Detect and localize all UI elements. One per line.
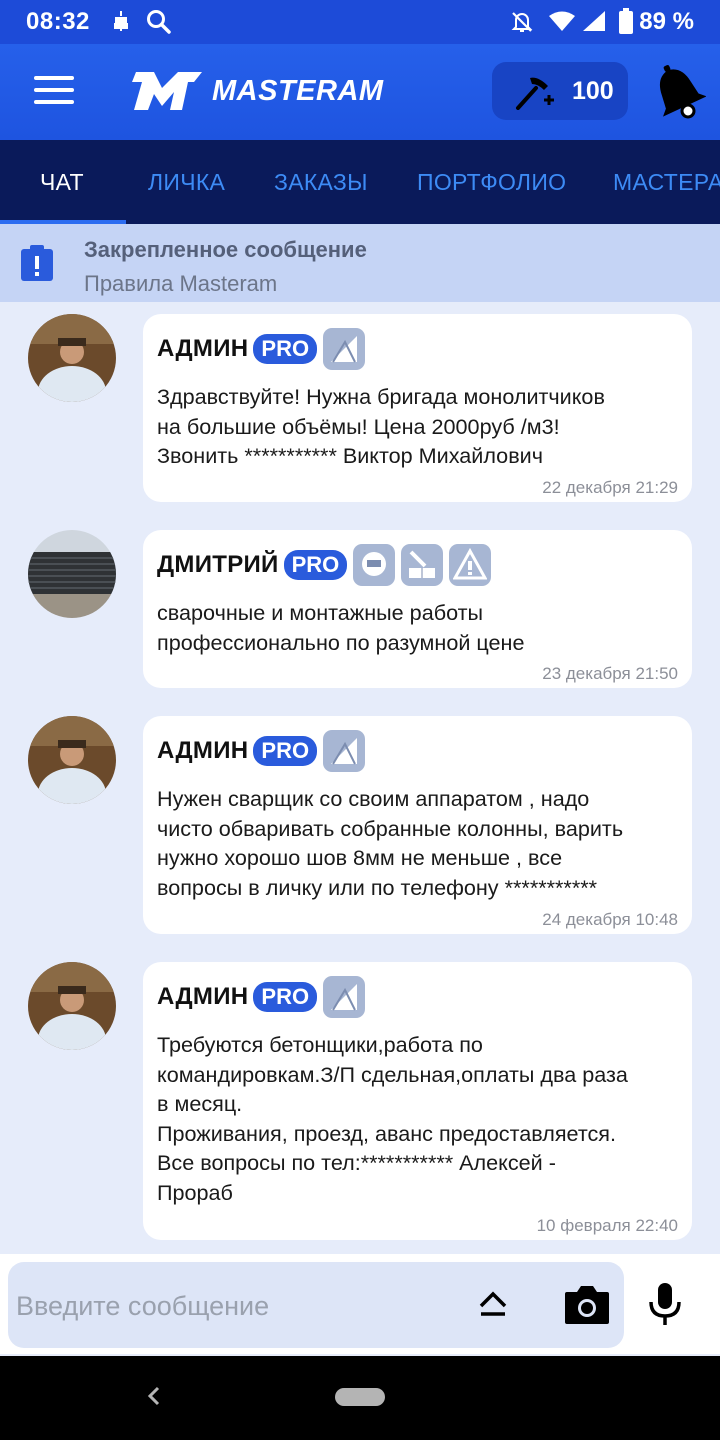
clipboard-alert-icon [20,244,54,287]
trowel-badge-icon [323,976,366,1018]
message-time: 22 декабря 21:29 [542,478,678,497]
message-text: Здравствуйте! Нужна бригада монолитчиков… [157,384,605,468]
tab-orders[interactable]: ЗАКАЗЫ [274,140,368,224]
trowel-badge-icon [323,730,366,772]
camera-button[interactable] [563,1284,611,1331]
chevron-up-icon [479,1291,507,1316]
hamburger-icon [34,76,74,80]
message-author: АДМИН [157,983,249,1010]
message-time: 23 декабря 21:50 [542,664,678,683]
notifications-button[interactable] [650,62,707,122]
message-input-container [8,1262,624,1350]
signal-icon [582,10,606,37]
message-author: АДМИН [157,737,249,764]
tab-masters[interactable]: МАСТЕРА [613,140,720,224]
wifi-icon [548,10,576,37]
message-time: 24 декабря 10:48 [542,910,678,929]
logo-text: MASTERAM [212,74,384,107]
message-text: Требуются бетонщики,работа по командиров… [157,1032,628,1205]
message-author: ДМИТРИЙ [157,551,279,578]
app-logo: MASTERAM [132,66,384,116]
hammer-plus-icon [516,77,554,110]
message-time: 10 февраля 22:40 [536,1216,678,1235]
warning-badge-icon [449,544,492,586]
microphone-icon [649,1283,681,1325]
message-input-bar [0,1254,720,1354]
pinned-message[interactable]: Закрепленное сообщение Правила Masteram [0,224,720,302]
message-text: сварочные и монтажные работы профессиона… [157,600,525,655]
battery-icon [618,8,634,39]
microphone-button[interactable] [648,1282,682,1331]
tab-portfolio[interactable]: ПОРТФОЛИО [417,140,566,224]
mute-icon [510,10,534,39]
status-bar: 08:32 89 % [0,0,720,44]
welder-badge-icon [353,544,396,586]
message-author: АДМИН [157,335,249,362]
trowel-badge-icon [323,328,366,370]
message-input[interactable] [14,1262,458,1350]
avatar[interactable] [28,530,116,618]
bricklaying-badge-icon [401,544,444,586]
pro-badge: PRO [283,550,348,580]
pro-badge: PRO [253,736,318,766]
tab-bar: ЧАТ ЛИЧКА ЗАКАЗЫ ПОРТФОЛИО МАСТЕРА [0,140,720,224]
back-icon[interactable] [146,1384,162,1413]
menu-button[interactable] [34,76,74,110]
search-icon [146,9,172,40]
pro-badge: PRO [253,982,318,1012]
system-nav-bar [0,1356,720,1440]
app-bar: MASTERAM 100 [0,44,720,140]
points-button[interactable]: 100 [492,62,628,120]
message-bubble[interactable]: АДМИН PRO Здравствуйте! Нужна бригада мо… [143,314,692,502]
masteram-logo-icon [132,72,202,110]
avatar[interactable] [28,314,116,402]
status-time: 08:32 [26,8,90,35]
chat-messages[interactable]: АДМИН PRO Здравствуйте! Нужна бригада мо… [0,302,720,1254]
camera-icon [565,1286,609,1324]
message-bubble[interactable]: АДМИН PRO Требуются бетонщики,работа по … [143,962,692,1240]
tab-private[interactable]: ЛИЧКА [148,140,225,224]
message-bubble[interactable]: ДМИТРИЙ PRO сварочные и монтажные работы… [143,530,692,688]
points-value: 100 [572,77,614,105]
expand-button[interactable] [478,1288,508,1323]
avatar[interactable] [28,962,116,1050]
message-bubble[interactable]: АДМИН PRO Нужен сварщик со своим аппарат… [143,716,692,934]
battery-percent: 89 % [639,8,694,35]
home-pill[interactable] [335,1388,385,1406]
bell-icon [659,65,707,119]
usb-debug-icon [112,10,130,37]
message-text: Нужен сварщик со своим аппаратом , надо … [157,786,624,900]
avatar[interactable] [28,716,116,804]
pinned-title: Закрепленное сообщение [84,237,367,262]
tab-chat[interactable]: ЧАТ [40,140,84,224]
pinned-text: Правила Masteram [84,271,278,296]
pro-badge: PRO [253,334,318,364]
